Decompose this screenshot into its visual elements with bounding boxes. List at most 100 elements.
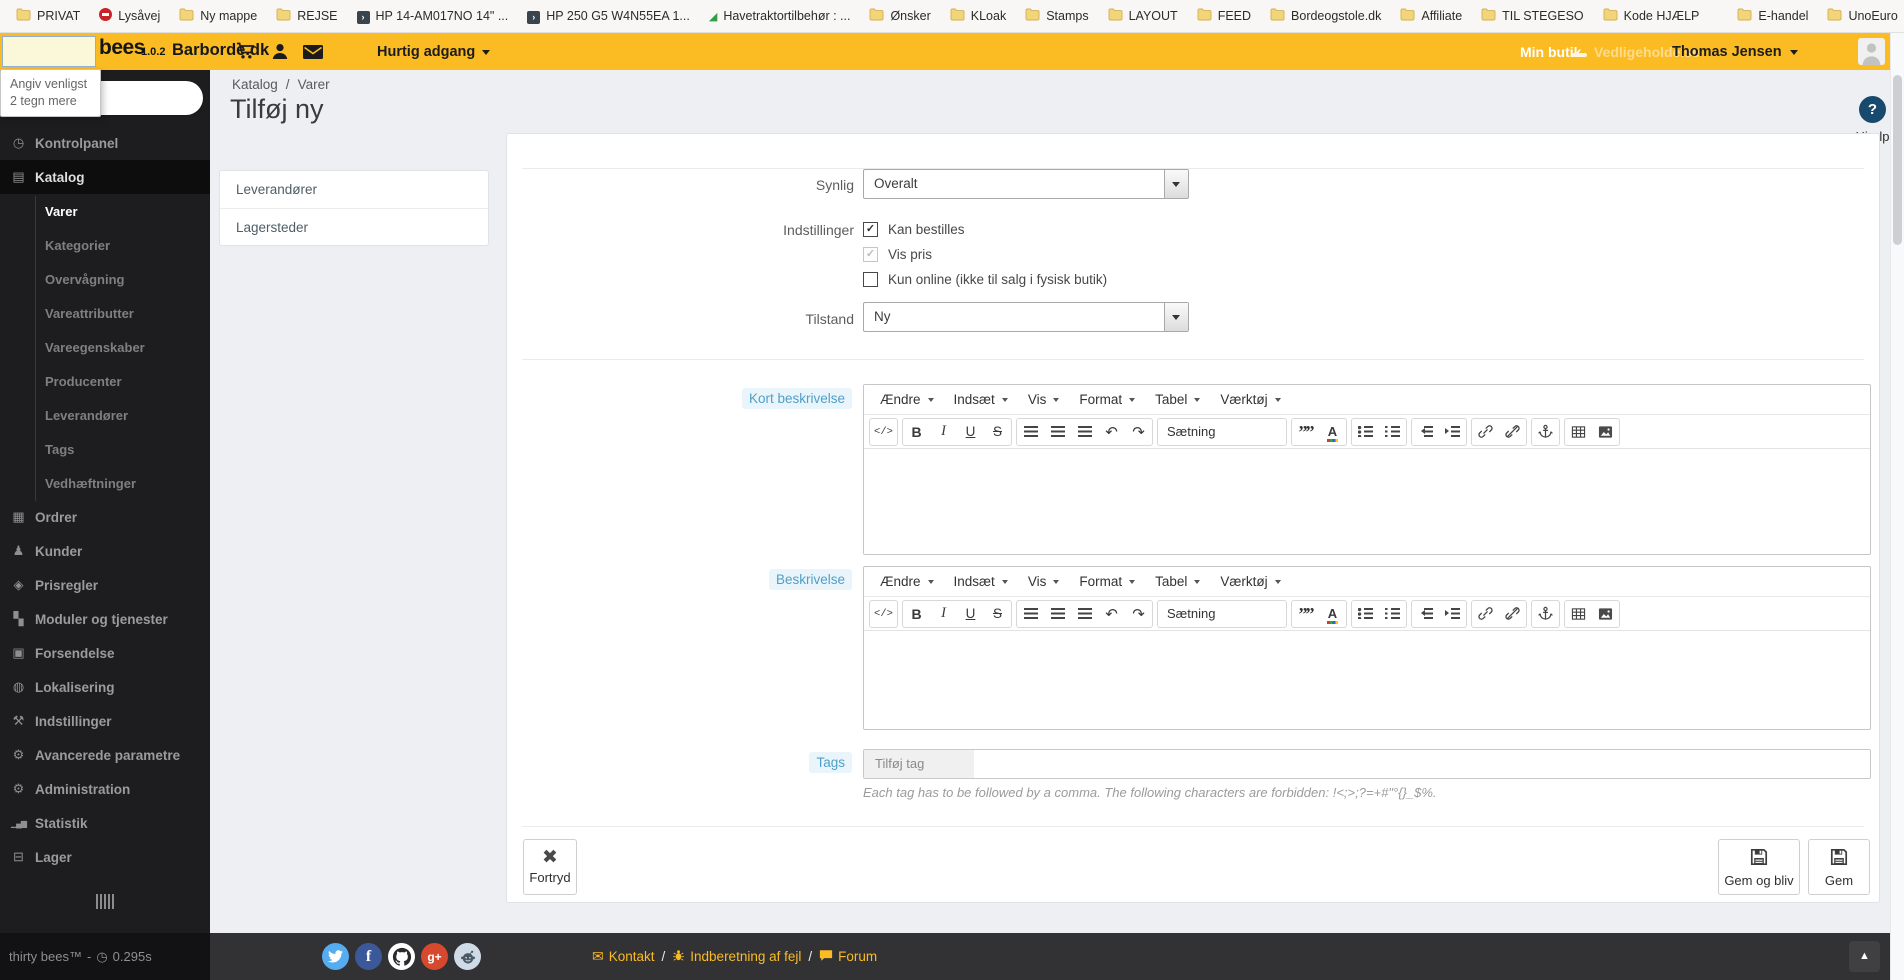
align-left-icon[interactable] — [1017, 602, 1044, 626]
cancel-button[interactable]: ✖ Fortryd — [523, 839, 577, 895]
checkbox-kan-bestilles[interactable]: ✓ — [863, 222, 878, 237]
back-to-top-button[interactable]: ▲ — [1849, 941, 1880, 972]
scrollbar-thumb[interactable] — [1893, 75, 1902, 245]
bookmark-item[interactable]: › HP 250 G5 W4N55EA 1... — [527, 9, 690, 24]
description-label[interactable]: Beskrivelse — [768, 569, 852, 590]
outdent-icon[interactable] — [1412, 420, 1439, 444]
bookmark-item[interactable]: Ny mappe — [179, 8, 257, 24]
sidebar-item-vedh-ftninger[interactable]: Vedhæftninger — [0, 466, 210, 500]
outdent-icon[interactable] — [1412, 602, 1439, 626]
source-code-icon[interactable]: </> — [870, 420, 897, 444]
bookmark-item[interactable]: Ønsker — [869, 8, 931, 24]
blockquote-icon[interactable]: ”” — [1292, 420, 1319, 444]
help-icon[interactable]: ? — [1859, 96, 1886, 123]
visibility-select[interactable]: Overalt — [863, 169, 1189, 199]
underline-icon[interactable]: U — [957, 420, 984, 444]
subnav-item-leverandører[interactable]: Leverandører — [220, 171, 488, 209]
tags-input[interactable]: Tilføj tag — [863, 749, 1871, 779]
menu-ændre[interactable]: Ændre — [870, 574, 944, 589]
avatar[interactable] — [1858, 38, 1885, 70]
tags-label[interactable]: Tags — [809, 752, 852, 773]
menu-format[interactable]: Format — [1069, 392, 1145, 407]
sidebar-item-lokalisering[interactable]: ◍ Lokalisering — [0, 670, 210, 704]
bullet-list-icon[interactable] — [1352, 420, 1379, 444]
sidebar-item-tags[interactable]: Tags — [0, 432, 210, 466]
undo-icon[interactable]: ↶ — [1098, 602, 1125, 626]
unlink-icon[interactable] — [1499, 420, 1526, 444]
unlink-icon[interactable] — [1499, 602, 1526, 626]
save-button[interactable]: Gem — [1808, 839, 1870, 895]
redo-icon[interactable]: ↷ — [1125, 602, 1152, 626]
indent-icon[interactable] — [1439, 602, 1466, 626]
twitter-icon[interactable] — [322, 943, 349, 970]
footer-link-kontakt[interactable]: ✉ Kontakt — [592, 948, 655, 965]
menu-vis[interactable]: Vis — [1018, 574, 1070, 589]
underline-icon[interactable]: U — [957, 602, 984, 626]
breadcrumb-katalog[interactable]: Katalog — [232, 77, 278, 92]
quick-access-menu[interactable]: Hurtig adgang — [377, 44, 491, 60]
bookmark-item[interactable]: ◢ Havetraktortilbehør : ... — [709, 9, 851, 24]
sidebar-item-producenter[interactable]: Producenter — [0, 364, 210, 398]
user-menu[interactable]: Thomas Jensen — [1672, 44, 1798, 60]
table-icon[interactable] — [1565, 420, 1592, 444]
format-select[interactable]: Sætning — [1158, 419, 1286, 445]
bookmark-item[interactable]: E-handel — [1737, 8, 1808, 24]
align-center-icon[interactable] — [1044, 420, 1071, 444]
indent-icon[interactable] — [1439, 420, 1466, 444]
sidebar-item-leverand-rer[interactable]: Leverandører — [0, 398, 210, 432]
bookmark-item[interactable]: UnoEuro — [1827, 8, 1898, 24]
sidebar-item-kunder[interactable]: ♟ Kunder — [0, 534, 210, 568]
github-icon[interactable] — [388, 943, 415, 970]
table-icon[interactable] — [1565, 602, 1592, 626]
footer-link-indberetning-af-fejl[interactable]: Indberetning af fejl — [672, 949, 801, 965]
strikethrough-icon[interactable]: S — [984, 420, 1011, 444]
description-editor[interactable]: Ændre Indsæt Vis Format Tabel Værktøj </> B I U S ↶… — [863, 566, 1871, 730]
bookmark-item[interactable]: Stamps — [1025, 8, 1089, 24]
customer-icon[interactable] — [272, 43, 288, 65]
image-icon[interactable] — [1592, 602, 1619, 626]
sidebar-item-administration[interactable]: ⚙ Administration — [0, 772, 210, 806]
undo-icon[interactable]: ↶ — [1098, 420, 1125, 444]
sidebar-item-varer[interactable]: Varer — [0, 194, 210, 228]
image-icon[interactable] — [1592, 420, 1619, 444]
format-select[interactable]: Sætning — [1158, 601, 1286, 627]
short-description-label[interactable]: Kort beskrivelse — [741, 388, 852, 409]
link-icon[interactable] — [1472, 420, 1499, 444]
italic-icon[interactable]: I — [930, 420, 957, 444]
menu-vis[interactable]: Vis — [1018, 392, 1070, 407]
bookmark-item[interactable]: PRIVAT — [16, 8, 80, 24]
sidebar-item-lager[interactable]: ⊟ Lager — [0, 840, 210, 874]
text-color-icon[interactable]: A — [1319, 602, 1346, 626]
sidebar-item-prisregler[interactable]: ◈ Prisregler — [0, 568, 210, 602]
subnav-item-lagersteder[interactable]: Lagersteder — [220, 209, 488, 246]
menu-indsæt[interactable]: Indsæt — [944, 392, 1018, 407]
sidebar-item-kategorier[interactable]: Kategorier — [0, 228, 210, 262]
source-code-icon[interactable]: </> — [870, 602, 897, 626]
sidebar-item-indstillinger[interactable]: ⚒ Indstillinger — [0, 704, 210, 738]
bookmark-item[interactable]: Kode HJÆLP — [1603, 8, 1699, 24]
bookmark-item[interactable]: › HP 14-AM017NO 14" ... — [356, 9, 508, 24]
bullet-list-icon[interactable] — [1352, 602, 1379, 626]
anchor-icon[interactable] — [1532, 602, 1559, 626]
googleplus-icon[interactable]: g+ — [421, 943, 448, 970]
menu-værktøj[interactable]: Værktøj — [1210, 392, 1290, 407]
anchor-icon[interactable] — [1532, 420, 1559, 444]
sidebar-item-statistik[interactable]: ▁▄▆ Statistik — [0, 806, 210, 840]
tags-placeholder[interactable]: Tilføj tag — [864, 750, 974, 778]
autofill-suggestion-box[interactable] — [2, 36, 96, 67]
sidebar-item-ordrer[interactable]: ▦ Ordrer — [0, 500, 210, 534]
menu-ændre[interactable]: Ændre — [870, 392, 944, 407]
collapse-handle-icon[interactable] — [96, 894, 114, 909]
menu-tabel[interactable]: Tabel — [1145, 574, 1210, 589]
menu-format[interactable]: Format — [1069, 574, 1145, 589]
italic-icon[interactable]: I — [930, 602, 957, 626]
strikethrough-icon[interactable]: S — [984, 602, 1011, 626]
short-description-editor[interactable]: Ændre Indsæt Vis Format Tabel Værktøj </> B I U S ↶… — [863, 384, 1871, 555]
breadcrumb-varer[interactable]: Varer — [298, 77, 330, 92]
bookmark-item[interactable]: REJSE — [276, 8, 338, 24]
blockquote-icon[interactable]: ”” — [1292, 602, 1319, 626]
sidebar-item-avancerede-parametre[interactable]: ⚙ Avancerede parametre — [0, 738, 210, 772]
menu-indsæt[interactable]: Indsæt — [944, 574, 1018, 589]
footer-link-forum[interactable]: Forum — [819, 949, 877, 965]
bookmark-item[interactable]: Affiliate — [1400, 8, 1462, 24]
